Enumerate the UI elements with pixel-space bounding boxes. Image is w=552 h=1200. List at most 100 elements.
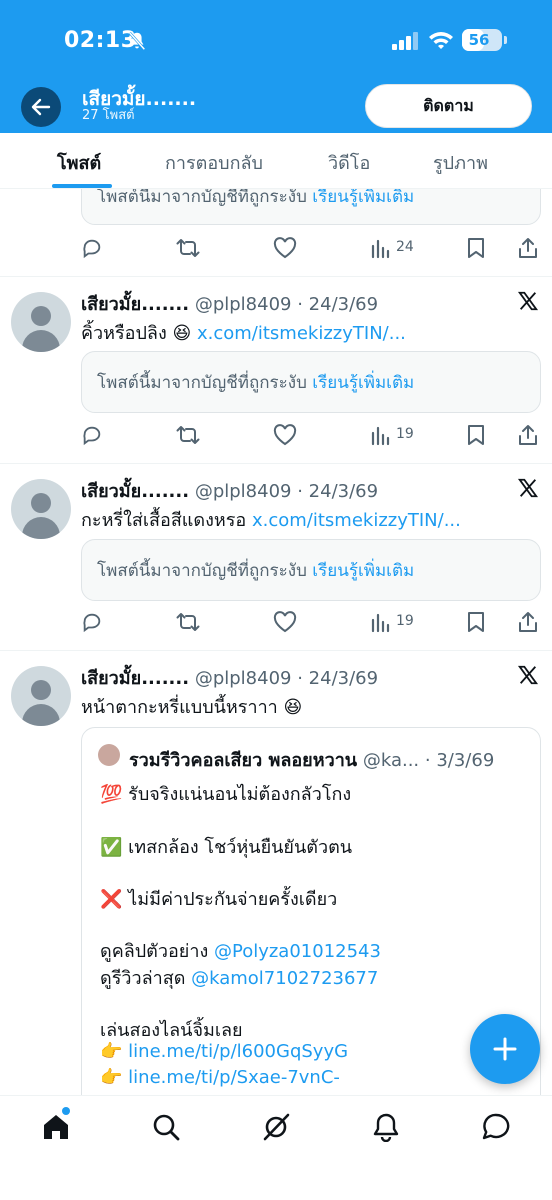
quoted-author-handle[interactable]: @ka...	[363, 750, 419, 771]
post-link[interactable]: x.com/itsmekizzyTIN/...	[252, 510, 461, 531]
post-header: เสียวมั้ย....... @plpl8409 · 24/3/69	[81, 476, 378, 505]
learn-more-link[interactable]: เรียนรู้เพิ่มเติม	[312, 561, 414, 581]
author-name[interactable]: เสียวมั้ย.......	[81, 668, 189, 689]
heart-icon[interactable]	[273, 424, 297, 446]
share-icon[interactable]	[517, 424, 539, 446]
search-icon[interactable]	[151, 1112, 181, 1142]
post-text: คิ้วหรือปลิง 😆 x.com/itsmekizzyTIN/...	[81, 318, 406, 347]
author-name[interactable]: เสียวมั้ย.......	[81, 294, 189, 315]
suspended-notice: โพสต์นี้มาจากบัญชีที่ถูกระงับ เรียนรู้เพ…	[81, 189, 541, 225]
notice-text: โพสต์นี้มาจากบัญชีที่ถูกระงับ	[97, 561, 307, 581]
post-text-body: หน้าตากะหรี่แบบนี้หราาา	[81, 697, 278, 718]
post-count: 27 โพสต์	[82, 108, 135, 123]
quoted-line: 👉 line.me/ti/p/l600GqSyyG	[100, 1041, 348, 1062]
views-count: 24	[396, 239, 414, 255]
battery-tip	[504, 36, 507, 44]
x-logo-icon	[517, 478, 539, 498]
post-date[interactable]: · 24/3/69	[297, 294, 378, 315]
battery-indicator: 56	[462, 29, 502, 51]
share-icon[interactable]	[517, 237, 539, 259]
mention-link[interactable]: @Polyza01012543	[214, 941, 381, 962]
home-icon[interactable]	[41, 1112, 71, 1142]
author-name[interactable]: เสียวมั้ย.......	[81, 481, 189, 502]
post-date[interactable]: · 24/3/69	[297, 481, 378, 502]
quoted-text: ไม่มีค่าประกันจ่ายครั้งเดียว	[128, 889, 338, 910]
bottom-navigation	[0, 1095, 552, 1200]
arrow-left-icon	[31, 98, 51, 116]
quoted-line: ✅ เทสกล้อง โชว์หุ่นยืนยันตัวตน	[100, 832, 352, 861]
status-bar: 02:13 56	[0, 0, 552, 80]
repost-icon[interactable]	[176, 424, 200, 446]
learn-more-link[interactable]: เรียนรู้เพิ่มเติม	[312, 189, 414, 207]
messages-icon[interactable]	[481, 1112, 511, 1142]
bookmark-icon[interactable]	[466, 237, 486, 259]
emoji: 👉	[100, 1041, 123, 1062]
heart-icon[interactable]	[273, 237, 297, 259]
suspended-notice: โพสต์นี้มาจากบัญชีที่ถูกระงับ เรียนรู้เพ…	[81, 351, 541, 413]
tab-replies[interactable]: การตอบกลับ	[165, 148, 263, 177]
views-count: 19	[396, 426, 414, 442]
quoted-avatar[interactable]	[98, 744, 120, 766]
profile-header: 02:13 56 เสียวมั้ย....... 27 โพสต์ ติดตา…	[0, 0, 552, 133]
quoted-text: ดูคลิปตัวอย่าง	[100, 941, 209, 962]
quoted-line: เล่นสองไลน์จิ้มเลย	[100, 1015, 243, 1044]
author-handle[interactable]: @plpl8409	[195, 668, 292, 689]
profile-tabs: โพสต์ การตอบกลับ วิดีโอ รูปภาพ	[0, 133, 552, 189]
views-icon[interactable]	[370, 611, 392, 633]
plus-icon	[493, 1037, 517, 1061]
avatar[interactable]	[11, 666, 71, 726]
quoted-line: 💯 รับจริงแน่นอนไม่ต้องกลัวโกง	[100, 779, 351, 808]
author-handle[interactable]: @plpl8409	[195, 294, 292, 315]
views-icon[interactable]	[370, 237, 392, 259]
line-link[interactable]: line.me/ti/p/Sxae-7vnC-	[128, 1067, 340, 1088]
repost-icon[interactable]	[176, 237, 200, 259]
tab-videos[interactable]: วิดีโอ	[328, 148, 370, 177]
notice-text: โพสต์นี้มาจากบัญชีที่ถูกระงับ	[97, 189, 307, 207]
avatar[interactable]	[11, 292, 71, 352]
quoted-text: รับจริงแน่นอนไม่ต้องกลัวโกง	[128, 784, 352, 805]
reply-icon[interactable]	[81, 424, 103, 446]
post-actions: 24	[0, 237, 552, 261]
views-icon[interactable]	[370, 424, 392, 446]
author-handle[interactable]: @plpl8409	[195, 481, 292, 502]
tab-active-indicator	[52, 184, 112, 188]
post-date[interactable]: · 24/3/69	[297, 668, 378, 689]
x-logo-icon	[517, 665, 539, 685]
wifi-icon	[429, 32, 453, 49]
compose-button[interactable]	[470, 1014, 540, 1084]
timeline-feed[interactable]: โพสต์นี้มาจากบัญชีที่ถูกระงับ เรียนรู้เพ…	[0, 189, 552, 1095]
quoted-line: ดูรีวิวล่าสุด @kamol7102723677	[100, 963, 378, 992]
suspended-notice-text: โพสต์นี้มาจากบัญชีที่ถูกระงับ เรียนรู้เพ…	[97, 369, 414, 396]
grok-icon[interactable]	[261, 1112, 291, 1142]
quoted-post-date[interactable]: · 3/3/69	[425, 750, 494, 771]
bookmark-icon[interactable]	[466, 611, 486, 633]
quoted-text: เทสกล้อง โชว์หุ่นยืนยันตัวตน	[128, 837, 353, 858]
emoji: 💯	[100, 784, 123, 805]
avatar[interactable]	[11, 479, 71, 539]
bookmark-icon[interactable]	[466, 424, 486, 446]
notice-text: โพสต์นี้มาจากบัญชีที่ถูกระงับ	[97, 373, 307, 393]
quoted-line: 👉 line.me/ti/p/Sxae-7vnC-	[100, 1067, 340, 1088]
quoted-text: เล่นสองไลน์จิ้มเลย	[100, 1020, 243, 1041]
back-button[interactable]	[21, 87, 61, 127]
tab-media[interactable]: รูปภาพ	[433, 148, 488, 177]
notifications-icon[interactable]	[371, 1112, 401, 1142]
post-link[interactable]: x.com/itsmekizzyTIN/...	[197, 323, 406, 344]
heart-icon[interactable]	[273, 611, 297, 633]
reply-icon[interactable]	[81, 237, 103, 259]
views-count: 19	[396, 613, 414, 629]
repost-icon[interactable]	[176, 611, 200, 633]
post-text-body: กะหรี่ใส่เสื้อสีแดงหรอ	[81, 510, 247, 531]
line-link[interactable]: line.me/ti/p/l600GqSyyG	[128, 1041, 348, 1062]
cellular-signal-icon	[392, 32, 418, 50]
home-notification-dot	[62, 1107, 70, 1115]
quoted-author-name[interactable]: รวมรีวิวคอลเสียว พลอยหวาน	[129, 750, 357, 771]
follow-button[interactable]: ติดตาม	[365, 84, 532, 128]
post-text-body: คิ้วหรือปลิง	[81, 323, 167, 344]
mention-link[interactable]: @kamol7102723677	[191, 968, 378, 989]
tab-posts[interactable]: โพสต์	[57, 148, 101, 177]
learn-more-link[interactable]: เรียนรู้เพิ่มเติม	[312, 373, 414, 393]
post-text: กะหรี่ใส่เสื้อสีแดงหรอ x.com/itsmekizzyT…	[81, 505, 461, 534]
share-icon[interactable]	[517, 611, 539, 633]
reply-icon[interactable]	[81, 611, 103, 633]
